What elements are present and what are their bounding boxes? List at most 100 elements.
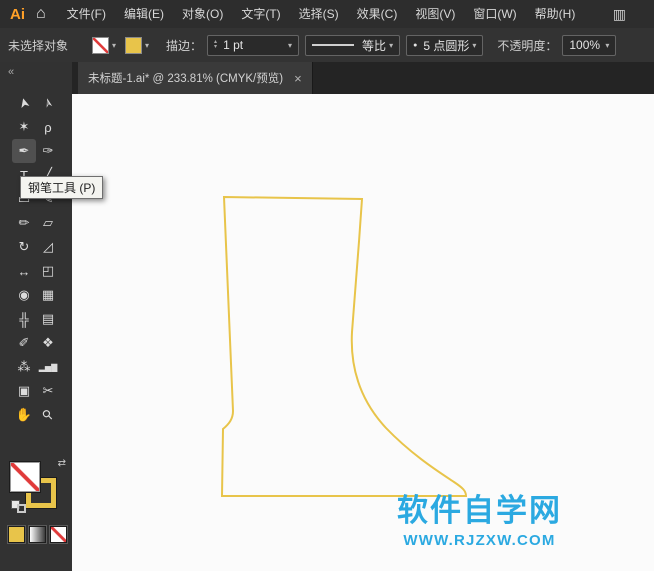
menu-window[interactable]: 窗口(W) xyxy=(464,0,525,28)
eraser-tool-icon: ▱ xyxy=(43,215,53,231)
menu-effect[interactable]: 效果(C) xyxy=(348,0,407,28)
document-tab-bar: 未标题-1.ai* @ 233.81% (CMYK/预览) × xyxy=(72,62,654,95)
free-transform-tool[interactable]: ◰ xyxy=(36,259,60,283)
stepper-icons[interactable]: ▴▾ xyxy=(214,40,217,50)
chevron-down-icon: ▾ xyxy=(472,41,476,50)
hand-tool[interactable]: ✋ xyxy=(12,403,36,427)
artboard-tool-icon: ▣ xyxy=(18,383,30,399)
watermark: 软件自学网 WWW.RJZXW.COM xyxy=(397,494,562,549)
shape-builder-tool-icon: ◉ xyxy=(18,287,29,303)
pen-tool-icon: ✒ xyxy=(19,143,30,159)
slice-tool[interactable]: ✂ xyxy=(36,379,60,403)
menu-select[interactable]: 选择(S) xyxy=(290,0,348,28)
shape-builder-tool[interactable]: ◉ xyxy=(12,283,36,307)
selection-status: 未选择对象 xyxy=(0,37,92,54)
gradient-tool-icon: ▤ xyxy=(42,311,54,327)
color-button[interactable] xyxy=(8,526,25,543)
fill-indicator[interactable] xyxy=(10,462,40,492)
tab-close-icon[interactable]: × xyxy=(294,71,302,86)
brush-dot-icon: ● xyxy=(413,42,417,49)
chevron-down-icon: ▾ xyxy=(288,41,292,50)
control-bar: 未选择对象 ▾ ▾ 描边： ▴▾ 1 pt ▾ 等比 ▾ ● 5 点圆形 ▾ 不… xyxy=(0,28,654,63)
tools-panel: « ➤ ➢ ✶ ρ ✒ ✑ T ╱ ▭ ✎ ✏ ▱ ↻ ◿ ↔ ◰ ◉ ▦ ╬ … xyxy=(0,62,73,571)
lasso-tool-icon: ρ xyxy=(44,120,51,135)
artboard-tool[interactable]: ▣ xyxy=(12,379,36,403)
opacity-select[interactable]: 100% ▾ xyxy=(562,35,616,56)
mesh-tool[interactable]: ╬ xyxy=(12,307,36,331)
stroke-color-swatch xyxy=(125,37,142,54)
gradient-button[interactable] xyxy=(29,526,46,543)
fill-stroke-indicator: ⇄ xyxy=(10,458,66,514)
perspective-grid-tool-icon: ▦ xyxy=(42,287,54,303)
artboard xyxy=(72,94,654,571)
none-button[interactable] xyxy=(50,526,67,543)
column-graph-tool-icon: ▂▅▇ xyxy=(39,363,57,372)
rotate-tool[interactable]: ↻ xyxy=(12,235,36,259)
curvature-tool[interactable]: ✑ xyxy=(36,139,60,163)
blend-tool[interactable]: ❖ xyxy=(36,331,60,355)
selection-tool-icon: ➤ xyxy=(15,96,33,111)
swap-fill-stroke-icon[interactable]: ⇄ xyxy=(58,458,66,469)
zoom-tool-icon: ⚲ xyxy=(39,406,57,424)
stroke-weight-input[interactable]: ▴▾ 1 pt ▾ xyxy=(207,35,299,56)
rotate-tool-icon: ↻ xyxy=(19,239,30,255)
chevron-down-icon: ▾ xyxy=(605,41,609,50)
pen-tool[interactable]: ✒ xyxy=(12,139,36,163)
column-graph-tool[interactable]: ▂▅▇ xyxy=(36,355,60,379)
document-tab-title: 未标题-1.ai* @ 233.81% (CMYK/预览) xyxy=(88,70,283,86)
menu-type[interactable]: 文字(T) xyxy=(232,0,289,28)
watermark-title: 软件自学网 xyxy=(397,494,562,528)
canvas-area[interactable]: 软件自学网 WWW.RJZXW.COM xyxy=(72,94,654,571)
magic-wand-tool-icon: ✶ xyxy=(19,119,30,135)
lasso-tool[interactable]: ρ xyxy=(36,115,60,139)
collapse-panel-button[interactable]: « xyxy=(0,62,72,83)
pen-tool-tooltip: 钢笔工具 (P) xyxy=(20,176,103,199)
chevron-down-icon: ▾ xyxy=(145,41,149,50)
free-transform-tool-icon: ◰ xyxy=(42,263,54,279)
brush-select[interactable]: ● 5 点圆形 ▾ xyxy=(406,35,483,56)
illustrator-logo-icon[interactable]: Ai xyxy=(0,6,34,23)
stroke-color-picker[interactable]: ▾ xyxy=(125,37,149,54)
illustrator-window: Ai ⌂ 文件(F) 编辑(E) 对象(O) 文字(T) 选择(S) 效果(C)… xyxy=(0,0,654,571)
home-icon[interactable]: ⌂ xyxy=(34,5,58,23)
menu-edit[interactable]: 编辑(E) xyxy=(115,0,173,28)
stroke-label: 描边： xyxy=(166,37,202,54)
symbol-sprayer-tool[interactable]: ⁂ xyxy=(12,355,36,379)
gradient-tool[interactable]: ▤ xyxy=(36,307,60,331)
menu-file[interactable]: 文件(F) xyxy=(58,0,115,28)
pencil-tool[interactable]: ✏ xyxy=(12,211,36,235)
menu-object[interactable]: 对象(O) xyxy=(173,0,232,28)
mesh-tool-icon: ╬ xyxy=(19,312,28,327)
workspace-switcher-icon[interactable]: ▥ xyxy=(613,6,626,23)
menu-help[interactable]: 帮助(H) xyxy=(526,0,585,28)
profile-label: 等比 xyxy=(362,37,386,54)
opacity-value: 100% xyxy=(569,38,602,52)
opacity-label: 不透明度： xyxy=(497,37,557,54)
zoom-tool[interactable]: ⚲ xyxy=(36,403,60,427)
tool-grid: ➤ ➢ ✶ ρ ✒ ✑ T ╱ ▭ ✎ ✏ ▱ ↻ ◿ ↔ ◰ ◉ ▦ ╬ ▤ … xyxy=(0,91,72,427)
fill-color-picker[interactable]: ▾ xyxy=(92,37,116,54)
stroke-profile-preview-icon xyxy=(312,44,354,46)
scale-tool[interactable]: ◿ xyxy=(36,235,60,259)
menu-view[interactable]: 视图(V) xyxy=(406,0,464,28)
width-tool[interactable]: ↔ xyxy=(12,259,36,283)
boot-outline-path[interactable] xyxy=(222,197,466,496)
scale-tool-icon: ◿ xyxy=(43,239,53,255)
watermark-url: WWW.RJZXW.COM xyxy=(397,532,562,549)
eraser-tool[interactable]: ▱ xyxy=(36,211,60,235)
eyedropper-tool[interactable]: ✐ xyxy=(12,331,36,355)
eyedropper-tool-icon: ✐ xyxy=(19,335,30,351)
magic-wand-tool[interactable]: ✶ xyxy=(12,115,36,139)
blend-tool-icon: ❖ xyxy=(42,335,54,351)
document-tab[interactable]: 未标题-1.ai* @ 233.81% (CMYK/预览) × xyxy=(78,62,313,94)
paint-mode-buttons xyxy=(8,526,67,543)
default-fill-stroke-icon[interactable] xyxy=(11,500,26,513)
direct-selection-tool[interactable]: ➢ xyxy=(36,91,60,115)
fill-none-swatch xyxy=(92,37,109,54)
perspective-grid-tool[interactable]: ▦ xyxy=(36,283,60,307)
selection-tool[interactable]: ➤ xyxy=(12,91,36,115)
width-profile-select[interactable]: 等比 ▾ xyxy=(305,35,400,56)
direct-selection-tool-icon: ➢ xyxy=(39,96,57,111)
mini-stroke-icon xyxy=(17,504,26,513)
curvature-tool-icon: ✑ xyxy=(43,143,54,159)
